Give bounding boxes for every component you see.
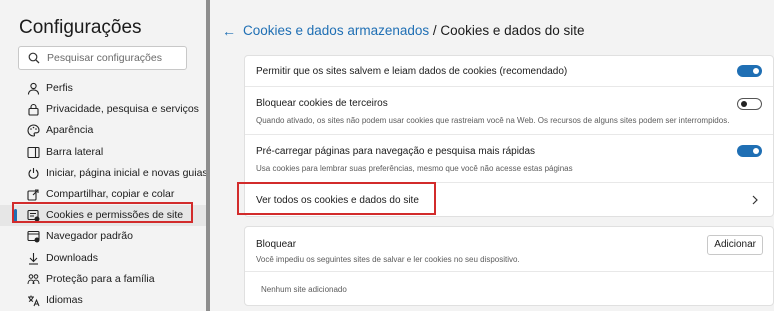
setting-allow-cookies: Permitir que os sites salvem e leiam dad… xyxy=(245,56,773,87)
sidebar-icon xyxy=(27,146,40,158)
breadcrumb-link[interactable]: Cookies e dados armazenados xyxy=(243,23,429,38)
sidebar-item-aparencia[interactable]: Aparência xyxy=(0,120,206,141)
back-arrow-icon[interactable]: ← xyxy=(222,23,236,39)
sidebar-item-label: Compartilhar, copiar e colar xyxy=(46,187,175,200)
sidebar-item-label: Proteção para a família xyxy=(46,272,155,285)
sidebar-item-label: Iniciar, página inicial e novas guias xyxy=(46,166,208,179)
sidebar-item-label: Barra lateral xyxy=(46,145,104,158)
block-section-description: Você impediu os seguintes sites de salva… xyxy=(256,255,520,264)
preload-toggle[interactable] xyxy=(737,145,762,157)
setting-description: Quando ativado, os sites não podem usar … xyxy=(256,116,730,125)
setting-block-third-party: Bloquear cookies de terceiros Quando ati… xyxy=(245,87,773,135)
setting-description: Usa cookies para lembrar suas preferênci… xyxy=(256,164,573,173)
sidebar-item-familia[interactable]: Proteção para a família xyxy=(0,269,206,290)
divider xyxy=(245,271,773,272)
setting-label: Permitir que os sites salvem e leiam dad… xyxy=(256,66,568,77)
page-title: Cookies e dados do site xyxy=(440,23,585,38)
add-button[interactable]: Adicionar xyxy=(707,235,763,255)
search-box[interactable] xyxy=(18,46,187,70)
highlight-box-see-all xyxy=(237,182,436,215)
chevron-right-icon xyxy=(752,195,758,205)
settings-sidebar: Configurações Perfis Privacidade, pesqui… xyxy=(0,0,208,311)
family-icon xyxy=(27,273,40,284)
breadcrumb-separator: / xyxy=(429,23,441,38)
sidebar-item-label: Aparência xyxy=(46,124,94,137)
sidebar-item-perfis[interactable]: Perfis xyxy=(0,78,206,99)
search-input[interactable] xyxy=(47,49,183,67)
setting-label: Pré-carregar páginas para navegação e pe… xyxy=(256,146,536,157)
sidebar-nav: Perfis Privacidade, pesquisa e serviços … xyxy=(0,78,208,311)
block-section-title: Bloquear xyxy=(256,239,297,250)
sidebar-item-idiomas[interactable]: Idiomas xyxy=(0,290,206,311)
block-third-party-toggle[interactable] xyxy=(737,98,762,110)
sidebar-item-label: Navegador padrão xyxy=(46,230,133,243)
sidebar-item-iniciar[interactable]: Iniciar, página inicial e novas guias xyxy=(0,163,208,184)
highlight-box-sidebar xyxy=(12,202,193,223)
main-content: ← Cookies e dados armazenados / Cookies … xyxy=(210,0,774,311)
sidebar-item-label: Idiomas xyxy=(46,293,83,306)
search-icon xyxy=(28,52,40,64)
lock-icon xyxy=(28,104,39,116)
browser-icon xyxy=(27,231,40,243)
profile-icon xyxy=(27,82,40,95)
power-icon xyxy=(28,167,39,179)
share-icon xyxy=(27,189,39,201)
sidebar-item-label: Privacidade, pesquisa e serviços xyxy=(46,103,199,116)
sidebar-title: Configurações xyxy=(19,17,142,38)
allow-cookies-toggle[interactable] xyxy=(737,65,762,77)
sidebar-item-barra-lateral[interactable]: Barra lateral xyxy=(0,142,206,163)
sidebar-item-privacidade[interactable]: Privacidade, pesquisa e serviços xyxy=(0,99,206,120)
download-icon xyxy=(29,252,38,265)
palette-icon xyxy=(27,124,40,137)
language-icon xyxy=(28,295,40,307)
breadcrumb: Cookies e dados armazenados / Cookies e … xyxy=(243,23,584,38)
sidebar-item-navegador-padrao[interactable]: Navegador padrão xyxy=(0,226,206,247)
setting-label: Bloquear cookies de terceiros xyxy=(256,98,388,109)
sidebar-item-downloads[interactable]: Downloads xyxy=(0,248,206,269)
setting-preload: Pré-carregar páginas para navegação e pe… xyxy=(245,135,773,183)
block-section-card: Bloquear Você impediu os seguintes sites… xyxy=(244,226,774,306)
sidebar-item-label: Perfis xyxy=(46,82,73,94)
empty-list-text: Nenhum site adicionado xyxy=(261,285,347,294)
sidebar-item-label: Downloads xyxy=(46,251,98,264)
